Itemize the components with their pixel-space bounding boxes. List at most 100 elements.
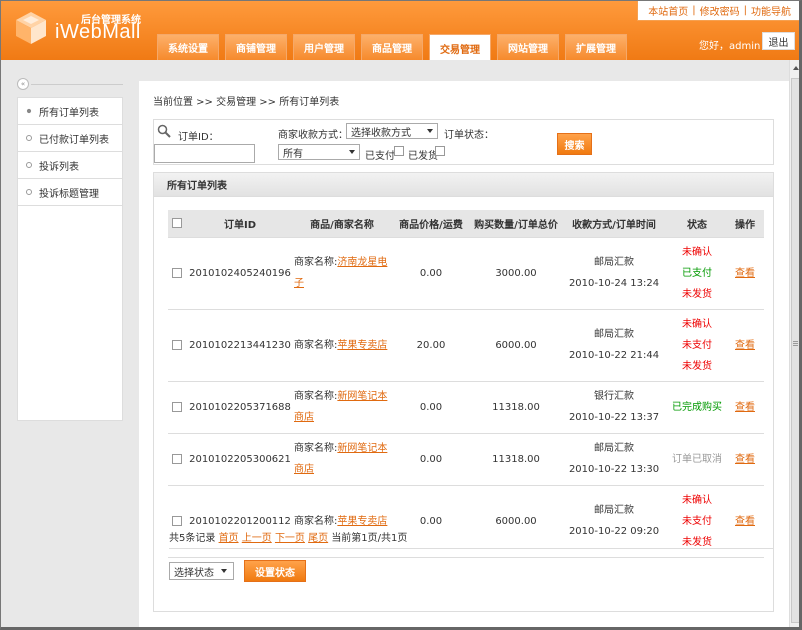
- breadcrumb: 当前位置 >> 交易管理 >> 所有订单列表: [153, 97, 340, 108]
- search-panel: 订单ID： 商家收款方式： 选择收款方式 订单状态： 所有 已支付 已发货 搜索: [153, 119, 774, 165]
- shipping-cell: 0.00: [390, 381, 472, 434]
- row-checkbox[interactable]: [172, 515, 182, 526]
- main-nav: 系统设置 商铺管理 用户管理 商品管理 交易管理 网站管理 扩展管理: [157, 34, 627, 61]
- total-cell: 11318.00: [472, 381, 560, 434]
- sidebar-item-label: 投诉列表: [39, 161, 79, 173]
- table-header-row: 订单ID 商品/商家名称 商品价格/运费 购买数量/订单总价 收款方式/订单时间…: [168, 210, 764, 238]
- store-link[interactable]: 苹果专卖店: [337, 516, 387, 527]
- status-cell: 订单已取消: [668, 433, 726, 486]
- bullet-hollow-icon: [26, 189, 32, 195]
- sidebar-item-label: 投诉标题管理: [39, 188, 99, 200]
- order-id-cell: 2010102205300621: [186, 433, 294, 486]
- main-content: 当前位置 >> 交易管理 >> 所有订单列表 订单ID： 商家收款方式： 选择收…: [139, 81, 789, 627]
- store-cell: 商家名称:济南龙星电子: [294, 237, 390, 310]
- sidebar-item-paid-orders[interactable]: 已付款订单列表: [18, 125, 122, 152]
- tab-product-management[interactable]: 商品管理: [361, 34, 423, 60]
- payment-method-label: 商家收款方式：: [278, 130, 348, 141]
- table-row: 2010102205300621 商家名称:新网笔记本 商店 0.00 11318.00…: [168, 433, 764, 486]
- link-change-password[interactable]: 修改密码: [696, 3, 744, 18]
- status-text: 订单已取消: [672, 453, 722, 465]
- column-header: 收款方式/订单时间: [560, 210, 668, 238]
- search-button[interactable]: 搜索: [557, 133, 592, 155]
- payment-method-select[interactable]: 选择收款方式: [346, 123, 438, 139]
- order-id-cell: 2010102201200112: [186, 485, 294, 558]
- view-link[interactable]: 查看: [735, 454, 755, 465]
- shipping-cell: 0.00: [390, 237, 472, 310]
- sidebar-item-all-orders[interactable]: 所有订单列表: [18, 98, 122, 125]
- dropdown-arrow-icon: [349, 150, 355, 154]
- first-page-link[interactable]: 首页: [219, 533, 239, 544]
- sidebar-item-label: 已付款订单列表: [39, 134, 109, 146]
- next-page-link[interactable]: 下一页: [275, 533, 305, 544]
- tab-trade-management[interactable]: 交易管理: [429, 34, 491, 61]
- tab-system-settings[interactable]: 系统设置: [157, 34, 219, 60]
- header: 后台管理系统 iWebMall 本站首页 | 修改密码 | 功能导航 系统设置 …: [1, 1, 799, 61]
- prev-page-link[interactable]: 上一页: [242, 533, 272, 544]
- payment-time-cell: 邮局汇款 2010-10-22 13:30: [560, 433, 668, 486]
- paid-checkbox[interactable]: [394, 146, 404, 156]
- tab-extension-management[interactable]: 扩展管理: [565, 34, 627, 60]
- pagination: 共5条记录 首页 上一页 下一页 尾页 当前第1页/共1页: [169, 529, 407, 544]
- status-cell: 已完成购买: [668, 381, 726, 434]
- sidebar-item-complaint-titles[interactable]: 投诉标题管理: [18, 179, 122, 206]
- collapse-sidebar-icon[interactable]: «: [17, 78, 29, 90]
- status-cell: 未确认 未支付 未发货: [668, 309, 726, 382]
- row-checkbox[interactable]: [172, 267, 182, 278]
- body-area: « 所有订单列表 已付款订单列表 投诉列表 投诉标题管理 当前位置 >> 交易管…: [1, 60, 799, 627]
- tab-user-management[interactable]: 用户管理: [293, 34, 355, 60]
- column-header: 操作: [726, 210, 764, 238]
- tab-shop-management[interactable]: 商铺管理: [225, 34, 287, 60]
- store-prefix: 商家名称:: [294, 339, 338, 351]
- select-all-checkbox[interactable]: [172, 217, 182, 228]
- shipping-cell: 0.00: [390, 433, 472, 486]
- view-link[interactable]: 查看: [735, 340, 755, 351]
- status-text: 未确认: [682, 246, 712, 258]
- bullet-hollow-icon: [26, 135, 32, 141]
- payment-time-cell: 银行汇款 2010-10-22 13:37: [560, 381, 668, 434]
- top-links-bar: 本站首页 | 修改密码 | 功能导航: [637, 1, 799, 21]
- vertical-scrollbar[interactable]: [789, 60, 799, 627]
- logo-title: iWebMall: [55, 21, 141, 43]
- sidebar-item-complaints[interactable]: 投诉列表: [18, 152, 122, 179]
- bullet-hollow-icon: [26, 162, 32, 168]
- scroll-up-arrow-icon[interactable]: [790, 60, 799, 76]
- last-page-link[interactable]: 尾页: [308, 533, 328, 544]
- order-status-label: 订单状态：: [444, 130, 494, 141]
- scrollbar-thumb[interactable]: [791, 78, 799, 623]
- status-text: 未发货: [682, 288, 712, 300]
- table-row: 2010102213441230 商家名称:苹果专卖店 20.00 6000.00 邮局…: [168, 309, 764, 382]
- order-status-select[interactable]: 所有: [278, 144, 360, 160]
- tab-site-management[interactable]: 网站管理: [497, 34, 559, 60]
- app-window: 后台管理系统 iWebMall 本站首页 | 修改密码 | 功能导航 系统设置 …: [0, 0, 802, 630]
- store-cell: 商家名称:新网笔记本 商店: [294, 381, 390, 434]
- total-records-text: 共5条记录: [169, 533, 216, 544]
- orders-table: 订单ID 商品/商家名称 商品价格/运费 购买数量/订单总价 收款方式/订单时间…: [168, 210, 764, 558]
- link-site-home[interactable]: 本站首页: [644, 3, 692, 18]
- logout-button[interactable]: 退出: [762, 32, 795, 50]
- store-cell: 商家名称:新网笔记本 商店: [294, 433, 390, 486]
- view-link[interactable]: 查看: [735, 402, 755, 413]
- row-checkbox[interactable]: [172, 453, 182, 464]
- shipped-checkbox[interactable]: [435, 146, 445, 156]
- row-checkbox[interactable]: [172, 339, 182, 350]
- order-list-panel: 所有订单列表 订单ID 商品/商家名称 商品价格/运费 购买数量/订单总价 收款…: [153, 172, 774, 612]
- sidebar: 所有订单列表 已付款订单列表 投诉列表 投诉标题管理: [17, 97, 123, 421]
- link-function-nav[interactable]: 功能导航: [747, 3, 795, 18]
- total-cell: 6000.00: [472, 485, 560, 558]
- order-id-input[interactable]: [154, 144, 255, 163]
- set-state-button[interactable]: 设置状态: [244, 560, 306, 582]
- state-select[interactable]: 选择状态: [169, 562, 234, 580]
- dropdown-arrow-icon: [427, 129, 433, 133]
- total-cell: 6000.00: [472, 309, 560, 382]
- store-prefix: 商家名称:: [294, 257, 338, 268]
- shipped-label: 已发货: [408, 151, 438, 162]
- view-link[interactable]: 查看: [735, 268, 755, 279]
- grip-icon: [793, 341, 798, 342]
- status-text: 未确认: [682, 318, 712, 330]
- view-link[interactable]: 查看: [735, 516, 755, 527]
- row-checkbox[interactable]: [172, 401, 182, 412]
- store-link[interactable]: 苹果专卖店: [337, 340, 387, 351]
- store-cell: 商家名称:苹果专卖店: [294, 309, 390, 382]
- total-cell: 11318.00: [472, 433, 560, 486]
- status-text: 未支付: [682, 339, 712, 351]
